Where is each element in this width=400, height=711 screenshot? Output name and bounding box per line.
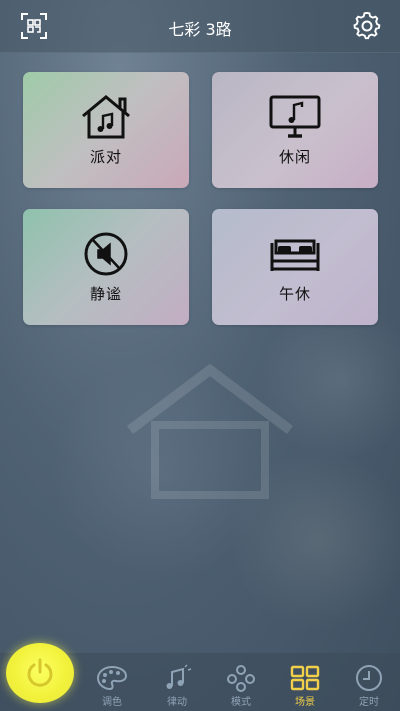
scene-card-quiet[interactable]: 静谧 (23, 209, 189, 325)
mode-dots-icon (227, 665, 255, 692)
power-button[interactable] (6, 643, 74, 703)
scene-label: 休闲 (278, 147, 311, 166)
nav-label: 律动 (167, 697, 187, 708)
scene-grid-icon (290, 665, 320, 691)
nav-item-mode[interactable]: 模式 (219, 664, 263, 710)
top-bar: 七彩 3路 (0, 0, 400, 53)
scene-label: 派对 (89, 147, 122, 166)
nav-item-scene[interactable]: 场景 (283, 664, 327, 710)
scene-card-nap[interactable]: 午休 (212, 209, 378, 325)
house-music-icon (82, 94, 130, 138)
tv-music-icon (269, 95, 321, 138)
nav-label: 模式 (231, 697, 251, 708)
gear-icon[interactable] (352, 11, 382, 41)
page-title: 七彩 3路 (168, 20, 232, 39)
power-icon (27, 658, 53, 687)
scene-grid: 派对 休闲 静谧 午休 (23, 72, 380, 328)
scene-label: 静谧 (89, 284, 122, 303)
scene-card-leisure[interactable]: 休闲 (212, 72, 378, 188)
scene-label: 午休 (278, 284, 311, 303)
scene-card-party[interactable]: 派对 (23, 72, 189, 188)
mute-icon (84, 232, 128, 275)
music-note-icon (166, 664, 192, 689)
nav-item-color[interactable]: 调色 (90, 664, 134, 710)
bed-icon (270, 239, 320, 271)
nav-label: 场景 (295, 697, 315, 708)
nav-label: 定时 (359, 697, 379, 708)
nav-item-timer[interactable]: 定时 (347, 664, 391, 710)
background-house-watermark (127, 363, 293, 499)
nav-item-rhythm[interactable]: 律动 (155, 664, 199, 710)
clock-icon (356, 665, 382, 691)
palette-icon (96, 665, 128, 691)
nav-label: 调色 (102, 697, 122, 708)
